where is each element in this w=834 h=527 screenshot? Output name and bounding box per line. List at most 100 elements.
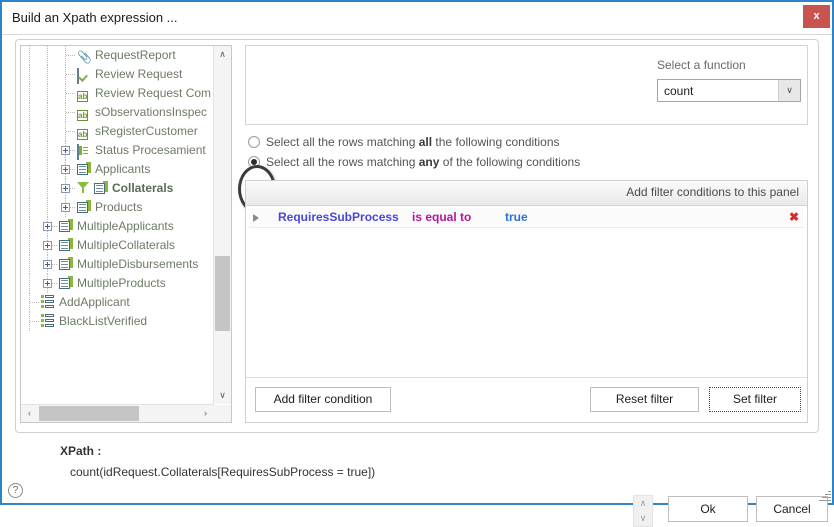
tree-item[interactable]: BlackListVerified bbox=[21, 312, 214, 331]
tree-item[interactable]: AddApplicant bbox=[21, 293, 214, 312]
tree-expander-icon[interactable] bbox=[43, 241, 52, 250]
match-any-option[interactable]: Select all the rows matching any of the … bbox=[245, 152, 645, 172]
xpath-label: XPath : bbox=[60, 444, 102, 458]
function-selector-panel: Select a function count ∨ bbox=[245, 45, 808, 125]
match-mode-radio-group[interactable]: Select all the rows matching all the fol… bbox=[245, 132, 645, 172]
list-icon bbox=[41, 295, 56, 310]
tree-item-label: Status Procesamient bbox=[95, 143, 206, 157]
filter-condition-list[interactable]: RequiresSubProcess is equal to true ✖ bbox=[249, 208, 804, 378]
filter-conditions-panel: Add filter conditions to this panel Requ… bbox=[245, 180, 808, 423]
title-bar: Build an Xpath expression ... x bbox=[2, 2, 832, 35]
stepper-down-icon[interactable]: ∨ bbox=[634, 511, 652, 526]
scroll-up-icon[interactable]: ∧ bbox=[214, 46, 231, 63]
stepper-up-icon[interactable]: ∧ bbox=[634, 496, 652, 511]
tree-expander-icon[interactable] bbox=[43, 260, 52, 269]
condition-operator[interactable]: is equal to bbox=[412, 208, 471, 227]
funnel-icon bbox=[77, 181, 92, 196]
value-stepper[interactable]: ∧ ∨ bbox=[633, 495, 653, 527]
dialog-window: Build an Xpath expression ... x 📎 Request… bbox=[0, 0, 834, 527]
tree-horizontal-scrollbar[interactable]: ‹ › bbox=[21, 404, 214, 422]
grid-icon bbox=[59, 238, 74, 253]
tree-expander-icon[interactable] bbox=[61, 184, 70, 193]
chevron-down-icon[interactable]: ∨ bbox=[778, 80, 800, 101]
match-any-label: Select all the rows matching any of the … bbox=[266, 155, 581, 169]
grid-icon bbox=[59, 219, 74, 234]
tree-item[interactable]: Status Procesamient bbox=[21, 141, 214, 160]
match-all-option[interactable]: Select all the rows matching all the fol… bbox=[245, 132, 645, 152]
tree-item[interactable]: Applicants bbox=[21, 160, 214, 179]
tree-expander-icon[interactable] bbox=[43, 222, 52, 231]
tree-expander-icon[interactable] bbox=[61, 146, 70, 155]
tree-item-label: MultipleCollaterals bbox=[77, 238, 176, 252]
tree-expander-icon[interactable] bbox=[61, 165, 70, 174]
tree-vertical-scrollbar[interactable]: ∧ ∨ bbox=[213, 46, 231, 404]
entity-tree[interactable]: 📎 RequestReport Review Request ab Review Req… bbox=[21, 46, 214, 404]
tree-item-label: Products bbox=[95, 200, 143, 214]
grid-icon bbox=[94, 181, 109, 196]
filter-condition-row[interactable]: RequiresSubProcess is equal to true ✖ bbox=[249, 208, 804, 228]
vertical-scroll-thumb[interactable] bbox=[215, 256, 230, 331]
tree-item-label: sRegisterCustomer bbox=[95, 124, 198, 138]
set-filter-button[interactable]: Set filter bbox=[709, 387, 801, 412]
expand-triangle-icon[interactable] bbox=[253, 214, 259, 222]
condition-value[interactable]: true bbox=[505, 208, 528, 227]
scroll-down-icon[interactable]: ∨ bbox=[214, 387, 231, 404]
tree-item[interactable]: Products bbox=[21, 198, 214, 217]
tree-item-label: BlackListVerified bbox=[59, 314, 148, 328]
tree-item[interactable]: Review Request bbox=[21, 65, 214, 84]
status-icon bbox=[77, 143, 92, 160]
ab-text-icon: ab bbox=[77, 91, 89, 102]
tree-item-label: MultipleProducts bbox=[77, 276, 166, 290]
delete-condition-icon[interactable]: ✖ bbox=[789, 208, 799, 227]
xpath-expression: count(idRequest.Collaterals[RequiresSubP… bbox=[70, 465, 376, 479]
filter-panel-header: Add filter conditions to this panel bbox=[246, 181, 807, 206]
tree-item[interactable]: MultipleDisbursements bbox=[21, 255, 214, 274]
resize-grip-icon[interactable] bbox=[817, 488, 831, 502]
grid-icon bbox=[77, 200, 92, 215]
tree-item[interactable]: 📎 RequestReport bbox=[21, 46, 214, 65]
tree-item-label: Review Request Com bbox=[95, 86, 212, 100]
tree-item[interactable]: ab sRegisterCustomer bbox=[21, 122, 214, 141]
tree-item[interactable]: ab sObservationsInspec bbox=[21, 103, 214, 122]
window-title: Build an Xpath expression ... bbox=[12, 10, 178, 25]
tree-item-label: MultipleApplicants bbox=[77, 219, 174, 233]
ab-text-icon: ab bbox=[77, 110, 89, 121]
match-all-label: Select all the rows matching all the fol… bbox=[266, 135, 560, 149]
reset-filter-button[interactable]: Reset filter bbox=[590, 387, 699, 412]
tree-item[interactable]: Collaterals bbox=[21, 179, 214, 198]
tree-item-label: sObservationsInspec bbox=[95, 105, 208, 119]
radio-all-icon[interactable] bbox=[248, 136, 260, 148]
function-dropdown[interactable]: count ∨ bbox=[657, 79, 801, 102]
scroll-right-icon[interactable]: › bbox=[197, 405, 214, 422]
function-label: Select a function bbox=[657, 58, 746, 72]
list-icon bbox=[41, 314, 56, 329]
close-icon[interactable]: x bbox=[803, 5, 830, 28]
ok-button[interactable]: Ok bbox=[668, 496, 748, 522]
tree-item-label: Applicants bbox=[95, 162, 151, 176]
function-selected-value: count bbox=[664, 84, 694, 98]
scroll-left-icon[interactable]: ‹ bbox=[21, 405, 38, 422]
dialog-content: 📎 RequestReport Review Request ab Review Req… bbox=[2, 35, 832, 527]
filter-panel-footer: Add filter condition Reset filter Set fi… bbox=[246, 377, 807, 422]
tree-item-label: AddApplicant bbox=[59, 295, 130, 309]
checkbox-icon bbox=[77, 67, 92, 84]
tree-item[interactable]: MultipleCollaterals bbox=[21, 236, 214, 255]
entity-tree-panel[interactable]: 📎 RequestReport Review Request ab Review Req… bbox=[20, 45, 232, 423]
condition-field[interactable]: RequiresSubProcess bbox=[278, 208, 399, 227]
filter-panel-header-label: Add filter conditions to this panel bbox=[626, 185, 799, 199]
help-icon[interactable]: ? bbox=[8, 483, 23, 498]
add-filter-condition-button[interactable]: Add filter condition bbox=[255, 387, 391, 412]
tree-item-label: Review Request bbox=[95, 67, 183, 81]
tree-item[interactable]: MultipleProducts bbox=[21, 274, 214, 293]
tree-item-label: RequestReport bbox=[95, 48, 176, 62]
radio-any-icon[interactable] bbox=[248, 156, 260, 168]
tree-item[interactable]: MultipleApplicants bbox=[21, 217, 214, 236]
grid-icon bbox=[59, 276, 74, 291]
tree-item[interactable]: ab Review Request Com bbox=[21, 84, 214, 103]
tree-expander-icon[interactable] bbox=[43, 279, 52, 288]
tree-item-label: MultipleDisbursements bbox=[77, 257, 199, 271]
ab-text-icon: ab bbox=[77, 129, 89, 140]
horizontal-scroll-thumb[interactable] bbox=[39, 406, 139, 421]
tree-expander-icon[interactable] bbox=[61, 203, 70, 212]
scrollbar-corner bbox=[214, 405, 231, 422]
